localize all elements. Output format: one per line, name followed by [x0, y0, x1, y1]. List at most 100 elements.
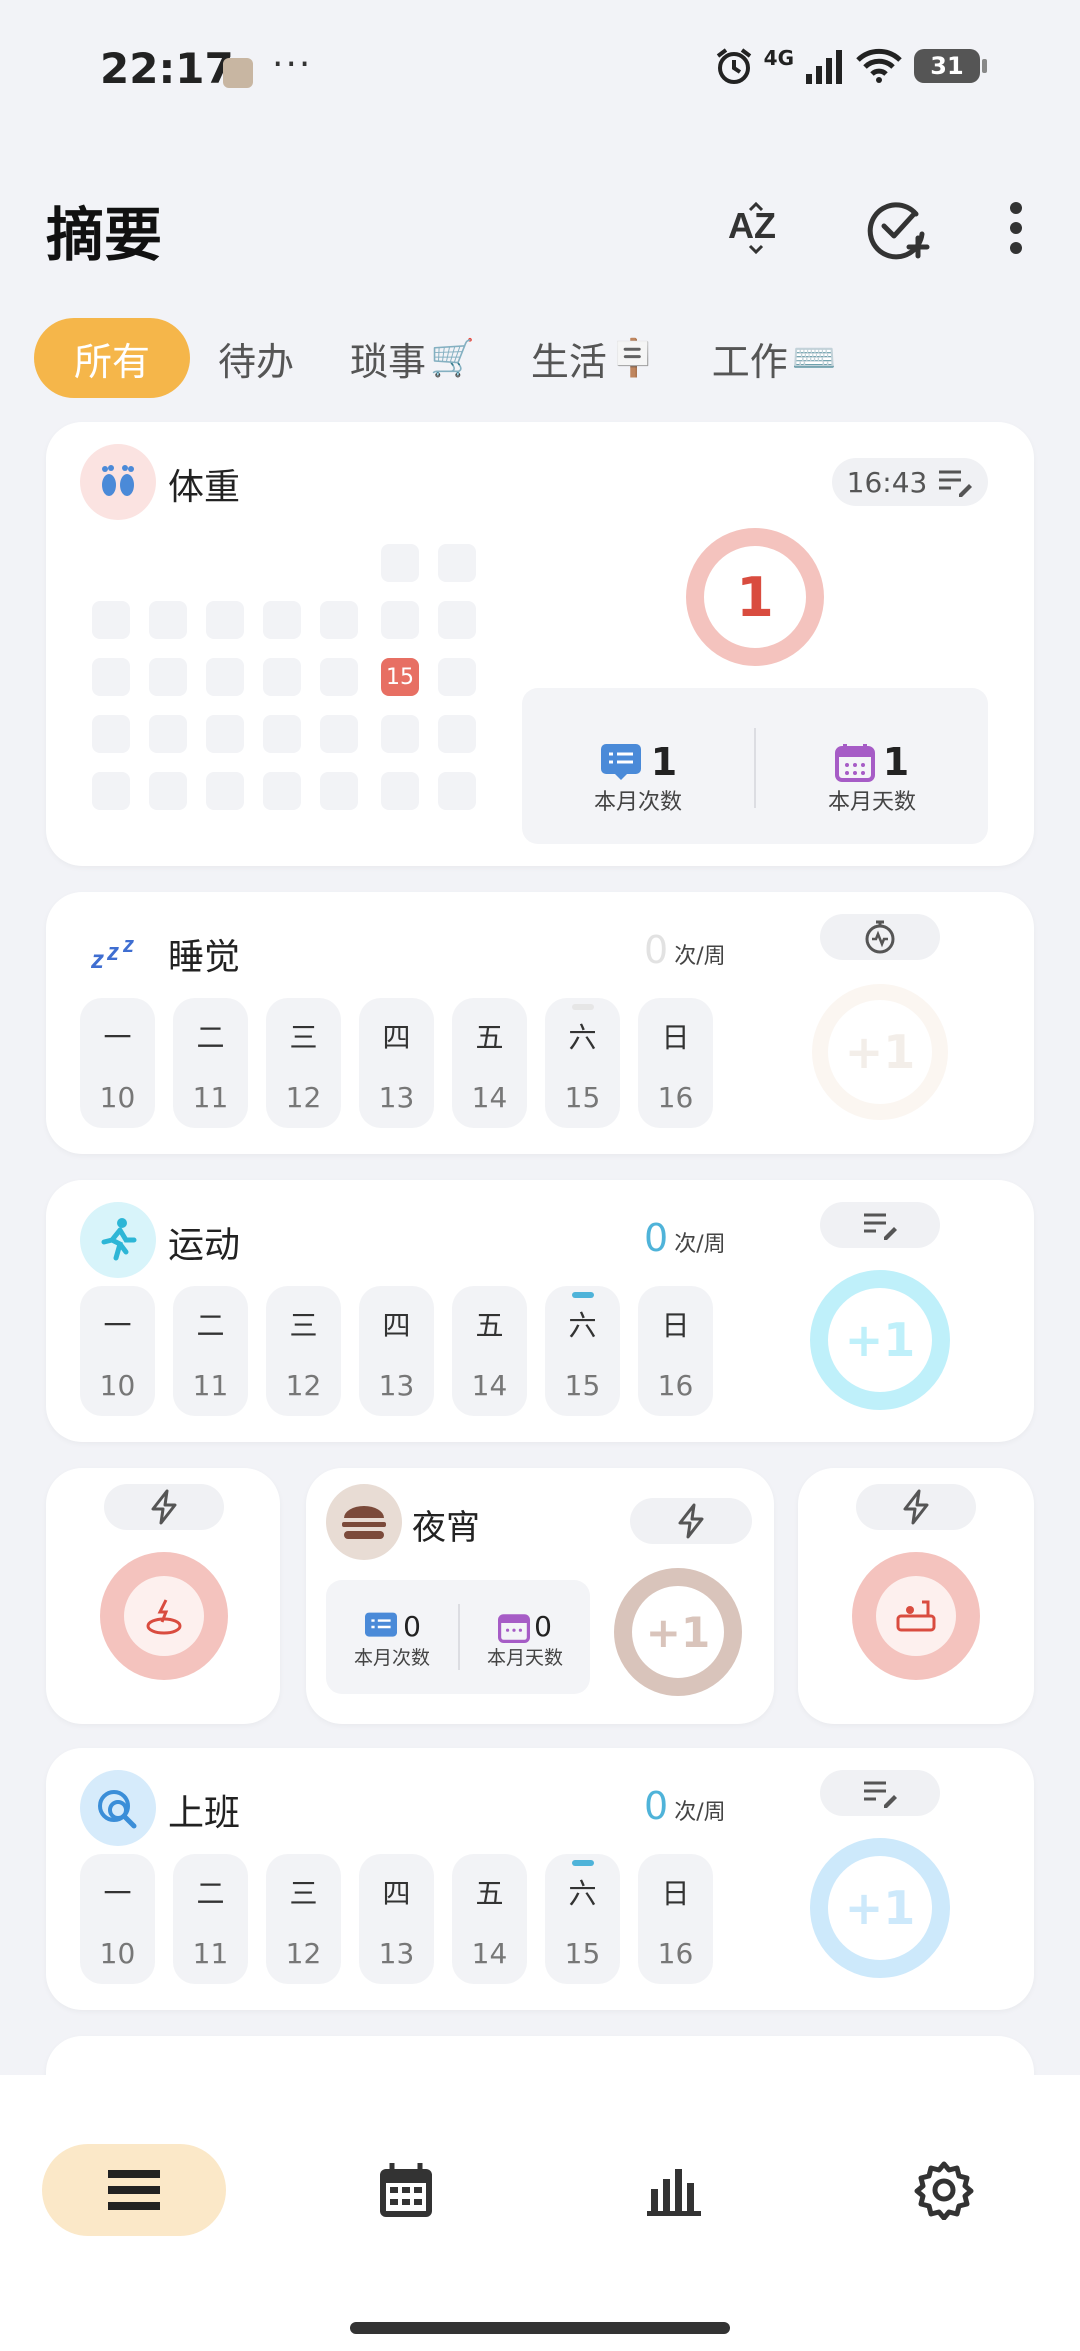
calendar-icon [498, 1613, 531, 1643]
home-indicator[interactable] [350, 2322, 730, 2334]
work-note-button[interactable] [820, 1770, 940, 1816]
sleep-timer-button[interactable] [820, 914, 940, 960]
sort-button[interactable]: A Z [716, 188, 796, 268]
page-title: 摘要 [46, 201, 163, 269]
battery-icon: 31 [914, 49, 987, 83]
weight-time-pill[interactable]: 16:43 [832, 458, 988, 506]
day-cell[interactable]: 二 11 [173, 998, 248, 1128]
day-cell[interactable]: 三 12 [266, 1286, 341, 1416]
sleep-title: 睡觉 [168, 937, 241, 978]
svg-text:Z: Z [754, 205, 776, 246]
list-icon [365, 1612, 398, 1637]
more-notifications-icon: ··· [272, 44, 313, 85]
notification-icon [223, 58, 253, 88]
month-times-num: 1 [650, 740, 678, 784]
day-cell-today[interactable]: 六 15 [545, 1854, 620, 1984]
lightning-icon [678, 1503, 704, 1539]
nav-settings[interactable] [898, 2144, 990, 2236]
nav-calendar[interactable] [360, 2144, 452, 2236]
exercise-note-button[interactable] [820, 1202, 940, 1248]
snack-add-ring[interactable]: +1 [614, 1568, 742, 1696]
work-title: 上班 [168, 1793, 241, 1834]
day-cell[interactable]: 四 13 [359, 1286, 434, 1416]
day-cell[interactable]: 四 13 [359, 1854, 434, 1984]
cart-icon: 🛒 [430, 338, 475, 379]
day-cell[interactable]: 一 10 [80, 998, 155, 1128]
day-cell[interactable]: 日 16 [638, 1854, 713, 1984]
bath-icon [896, 1600, 936, 1632]
burger-icon [326, 1484, 402, 1560]
quick-ring-right[interactable] [852, 1552, 980, 1680]
day-cell[interactable]: 三 12 [266, 1854, 341, 1984]
month-days-num: 1 [882, 740, 910, 784]
day-cell[interactable]: 一 10 [80, 1854, 155, 1984]
quick-action-left[interactable] [104, 1484, 224, 1530]
work-count: 0 [644, 1784, 669, 1828]
day-cell[interactable]: 日 16 [638, 1286, 713, 1416]
scale-icon [146, 1599, 182, 1635]
sleep-week-days: 一 10 二 11 三 12 四 13 五 14 六 15 日 16 [80, 998, 713, 1128]
nav-summary[interactable] [42, 2144, 226, 2236]
tab-all[interactable]: 所有 [34, 318, 191, 398]
footprints-icon [80, 444, 156, 520]
weight-time: 16:43 [846, 465, 928, 499]
calendar-icon [834, 744, 875, 782]
nav-statistics[interactable] [628, 2144, 720, 2236]
snack-action[interactable] [630, 1498, 752, 1544]
quick-action-right[interactable] [856, 1484, 976, 1530]
snack-month-days-label: 本月天数 [486, 1647, 563, 1669]
weight-count-ring[interactable]: 1 [686, 528, 824, 666]
day-cell[interactable]: 三 12 [266, 998, 341, 1128]
tab-label: 琐事 [350, 339, 427, 384]
tab-work[interactable]: 工作 ⌨️ [684, 318, 865, 398]
network-type: 4G [763, 46, 794, 70]
edit-list-icon [864, 1213, 897, 1240]
svg-text:z: z [122, 932, 134, 957]
day-cell-today[interactable]: 六 15 [545, 998, 620, 1128]
weight-title: 体重 [168, 467, 241, 508]
gear-icon [914, 2161, 974, 2220]
svg-text:z: z [91, 944, 104, 972]
day-cell[interactable]: 一 10 [80, 1286, 155, 1416]
edit-list-icon [939, 470, 973, 497]
add-task-button[interactable] [858, 188, 938, 268]
exercise-add-ring[interactable]: +1 [810, 1270, 950, 1410]
tab-label: 生活 [530, 339, 607, 384]
sleep-add-ring[interactable]: +1 [812, 984, 948, 1120]
weight-count: 1 [736, 565, 774, 629]
exercise-week-days: 一 10 二 11 三 12 四 13 五 14 六 15 日 16 [80, 1286, 713, 1416]
snack-ring-label: +1 [645, 1607, 711, 1657]
work-ring-label: +1 [844, 1881, 916, 1935]
running-icon [80, 1202, 156, 1278]
month-heatmap: 15 [92, 544, 482, 816]
more-vertical-icon [1010, 202, 1022, 254]
day-cell[interactable]: 四 13 [359, 998, 434, 1128]
day-cell[interactable]: 二 11 [173, 1286, 248, 1416]
sleep-ring-label: +1 [844, 1025, 916, 1079]
snack-stats: 0 本月次数 0 本月天数 [326, 1580, 590, 1694]
exercise-title: 运动 [168, 1225, 241, 1266]
day-cell-today[interactable]: 六 15 [545, 1286, 620, 1416]
tab-chores[interactable]: 琐事 🛒 [322, 318, 503, 398]
heatmap-today-cell: 15 [381, 658, 419, 696]
day-cell[interactable]: 五 14 [452, 1286, 527, 1416]
status-right: 4G 31 [714, 46, 987, 86]
svg-text:z: z [106, 939, 119, 966]
more-button[interactable] [976, 188, 1056, 268]
day-cell[interactable]: 日 16 [638, 998, 713, 1128]
quick-ring-left[interactable] [100, 1552, 228, 1680]
day-cell[interactable]: 五 14 [452, 1854, 527, 1984]
tab-label: 待办 [218, 339, 295, 384]
day-cell[interactable]: 二 11 [173, 1854, 248, 1984]
work-add-ring[interactable]: +1 [810, 1838, 950, 1978]
tab-life[interactable]: 生活 🪧 [503, 318, 684, 398]
sort-az-icon: A Z [728, 201, 776, 255]
month-times-label: 本月次数 [593, 790, 682, 815]
exercise-count: 0 [644, 1216, 669, 1260]
work-unit: 次/周 [674, 1800, 726, 1825]
day-cell[interactable]: 五 14 [452, 998, 527, 1128]
snack-month-times-num: 0 [403, 1610, 421, 1643]
tab-label: 所有 [74, 339, 151, 384]
lightning-icon [151, 1489, 177, 1525]
tab-todo[interactable]: 待办 [190, 318, 322, 398]
